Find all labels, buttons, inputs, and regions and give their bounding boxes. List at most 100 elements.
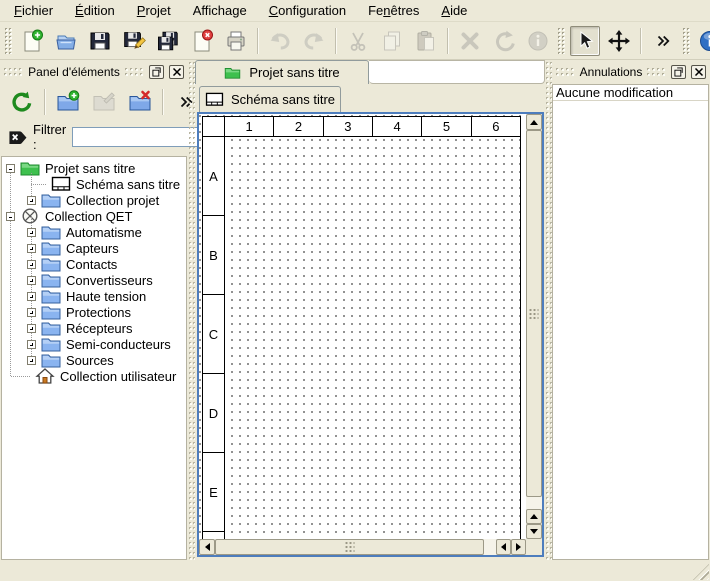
close-file-button[interactable] bbox=[187, 26, 217, 56]
menu-aide[interactable]: Aide bbox=[430, 1, 478, 20]
scroll-left-button[interactable] bbox=[199, 539, 215, 555]
float-icon bbox=[674, 67, 684, 77]
expand-icon[interactable] bbox=[27, 308, 36, 317]
print-button[interactable] bbox=[221, 26, 251, 56]
edit-category-button[interactable] bbox=[89, 87, 119, 117]
expand-icon[interactable] bbox=[27, 276, 36, 285]
open-icon bbox=[54, 29, 78, 53]
dock-texture bbox=[647, 68, 666, 77]
open-project-button[interactable] bbox=[51, 26, 81, 56]
tree-item-automatisme[interactable]: Automatisme bbox=[2, 224, 186, 240]
toolbar-grip[interactable] bbox=[558, 28, 565, 54]
tree-guide bbox=[10, 168, 11, 376]
delete-category-button[interactable] bbox=[125, 87, 155, 117]
save-as-button[interactable] bbox=[119, 26, 149, 56]
redo-button[interactable] bbox=[299, 26, 329, 56]
expand-icon[interactable] bbox=[27, 244, 36, 253]
tree-item-collection-projet[interactable]: Collection projet bbox=[2, 192, 186, 208]
tree-item-label: Haute tension bbox=[66, 289, 146, 304]
diagram-frame: 123456 ABCDE bbox=[202, 116, 521, 539]
new-category-button[interactable] bbox=[53, 87, 83, 117]
expand-icon[interactable] bbox=[27, 292, 36, 301]
new-document-button[interactable] bbox=[17, 26, 47, 56]
expand-icon[interactable] bbox=[27, 228, 36, 237]
collapse-icon[interactable] bbox=[6, 164, 15, 173]
info-gray-icon bbox=[526, 29, 550, 53]
tree-item-projet-sans-titre[interactable]: Projet sans titre bbox=[2, 160, 186, 176]
undo-button[interactable] bbox=[265, 26, 295, 56]
tree-item-label: Schéma sans titre bbox=[76, 177, 180, 192]
copy-icon bbox=[380, 29, 404, 53]
vertical-scroll-thumb[interactable] bbox=[526, 130, 542, 497]
element-info-button[interactable] bbox=[523, 26, 553, 56]
float-undo-button[interactable] bbox=[671, 65, 686, 79]
paste-button[interactable] bbox=[411, 26, 441, 56]
row-header-b: B bbox=[203, 216, 225, 295]
tree-item-semi-conducteurs[interactable]: Semi-conducteurs bbox=[2, 336, 186, 352]
resize-grip-icon[interactable] bbox=[693, 564, 709, 580]
tree-item-recepteurs[interactable]: Récepteurs bbox=[2, 320, 186, 336]
tree-item-sources[interactable]: Sources bbox=[2, 352, 186, 368]
rotate-button[interactable] bbox=[489, 26, 519, 56]
clear-filter-icon[interactable] bbox=[7, 128, 27, 146]
column-header-4: 4 bbox=[373, 117, 422, 137]
tree-item-label: Projet sans titre bbox=[45, 161, 135, 176]
tree-item-haute-tension[interactable]: Haute tension bbox=[2, 288, 186, 304]
expand-icon[interactable] bbox=[27, 196, 36, 205]
tree-item-contacts[interactable]: Contacts bbox=[2, 256, 186, 272]
tree-item-schema-sans-titre[interactable]: Schéma sans titre bbox=[2, 176, 186, 192]
save-all-button[interactable] bbox=[153, 26, 183, 56]
tree-item-collection-utilisateur[interactable]: Collection utilisateur bbox=[2, 368, 186, 384]
tab-schema[interactable]: Schéma sans titre bbox=[199, 86, 341, 112]
menu-projet[interactable]: Projet bbox=[126, 1, 182, 20]
row-header-c: C bbox=[203, 295, 225, 374]
tree-item-collection-qet[interactable]: Collection QET bbox=[2, 208, 186, 224]
copy-button[interactable] bbox=[377, 26, 407, 56]
close-panel-button[interactable] bbox=[169, 65, 184, 79]
tree-item-convertisseurs[interactable]: Convertisseurs bbox=[2, 272, 186, 288]
float-panel-button[interactable] bbox=[149, 65, 164, 79]
selection-mode-button[interactable] bbox=[570, 26, 600, 56]
menu-affichage[interactable]: Affichage bbox=[182, 1, 258, 20]
menu-fenetres[interactable]: Fenêtres bbox=[357, 1, 430, 20]
vertical-scrollbar[interactable] bbox=[526, 114, 542, 539]
pan-mode-button[interactable] bbox=[604, 26, 634, 56]
expand-icon[interactable] bbox=[27, 324, 36, 333]
scroll-right-button[interactable] bbox=[511, 539, 526, 555]
menu-configuration[interactable]: Configuration bbox=[258, 1, 357, 20]
scroll-down-button[interactable] bbox=[526, 524, 542, 539]
scroll-up-button[interactable] bbox=[526, 114, 542, 130]
about-qet-button[interactable] bbox=[695, 26, 710, 56]
collapse-icon[interactable] bbox=[6, 212, 15, 221]
diagram-view: 123456 ABCDE bbox=[197, 112, 544, 557]
scroll-left-button-2[interactable] bbox=[496, 539, 511, 555]
undo-panel: Annulations Aucune modification bbox=[552, 62, 710, 560]
row-header-partial bbox=[203, 532, 225, 539]
toolbar-separator bbox=[640, 28, 642, 54]
tab-project[interactable]: Projet sans titre bbox=[195, 60, 369, 84]
tree-item-protections[interactable]: Protections bbox=[2, 304, 186, 320]
toolbar-overflow-button[interactable] bbox=[648, 26, 678, 56]
expand-icon[interactable] bbox=[27, 340, 36, 349]
delete-button[interactable] bbox=[455, 26, 485, 56]
cut-button[interactable] bbox=[343, 26, 373, 56]
toolbar-grip[interactable] bbox=[683, 28, 690, 54]
undo-list-item[interactable]: Aucune modification bbox=[553, 85, 708, 101]
reload-collections-button[interactable] bbox=[7, 87, 37, 117]
toolbar-grip[interactable] bbox=[5, 28, 12, 54]
horizontal-scroll-thumb[interactable] bbox=[215, 539, 484, 555]
menu-edition[interactable]: Édition bbox=[64, 1, 126, 20]
menu-fichier[interactable]: Fichier bbox=[3, 1, 64, 20]
save-button[interactable] bbox=[85, 26, 115, 56]
diagram-canvas[interactable]: 123456 ABCDE bbox=[199, 114, 526, 539]
tree-item-capteurs[interactable]: Capteurs bbox=[2, 240, 186, 256]
expand-icon[interactable] bbox=[27, 356, 36, 365]
refresh-icon bbox=[10, 90, 34, 114]
panel-splitter-right[interactable] bbox=[545, 62, 552, 560]
scroll-up-button-2[interactable] bbox=[526, 509, 542, 524]
expand-icon[interactable] bbox=[27, 260, 36, 269]
undo-panel-titlebar: Annulations bbox=[552, 62, 710, 82]
panel-splitter-left[interactable] bbox=[188, 62, 195, 560]
horizontal-scrollbar[interactable] bbox=[199, 539, 526, 555]
close-undo-button[interactable] bbox=[691, 65, 706, 79]
